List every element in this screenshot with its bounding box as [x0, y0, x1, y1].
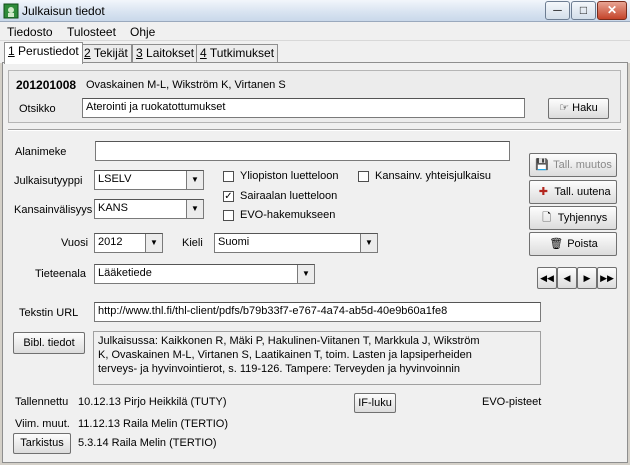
title-label: Otsikko — [19, 103, 56, 115]
chevron-down-icon[interactable]: ▼ — [145, 234, 162, 252]
field-of-science-value: Lääketiede — [98, 267, 152, 279]
publication-type-value: LSELV — [98, 173, 132, 185]
title-bar: Julkaisun tiedot ─ □ ✕ — [0, 0, 630, 22]
bibliographic-info-button[interactable]: Bibl. tiedot — [13, 332, 85, 354]
international-copub-checkbox[interactable] — [358, 171, 369, 182]
evo-points-label: EVO-pisteet — [482, 396, 542, 408]
internationality-select[interactable]: KANS ▼ — [94, 199, 204, 219]
app-icon — [3, 3, 19, 19]
language-label: Kieli — [182, 237, 203, 249]
save-as-new-label: Tall. uutena — [554, 186, 611, 198]
bibliographic-info-text: Julkaisussa: Kaikkonen R, Mäki P, Hakuli… — [93, 331, 541, 385]
publication-type-select[interactable]: LSELV ▼ — [94, 170, 204, 190]
field-of-science-select[interactable]: Lääketiede ▼ — [94, 264, 315, 284]
field-of-science-label: Tieteenala — [35, 268, 86, 280]
internationality-label: Kansainvälisyys — [14, 204, 93, 216]
save-changes-label: Tall. muutos — [553, 159, 612, 171]
international-copub-label: Kansainv. yhteisjulkaisu — [375, 170, 491, 182]
bibliographic-line: Julkaisussa: Kaikkonen R, Mäki P, Hakuli… — [98, 335, 480, 347]
chevron-down-icon[interactable]: ▼ — [360, 234, 377, 252]
last-record-button[interactable]: ▶▶ — [597, 267, 617, 289]
window-title: Julkaisun tiedot — [22, 4, 105, 18]
trash-icon: 🗑 — [549, 238, 564, 250]
url-input[interactable]: http://www.thl.fi/thl-client/pdfs/b79b33… — [94, 302, 541, 322]
tab-tutkimukset[interactable]: 4 Tutkimukset — [196, 44, 279, 63]
hospital-list-label: Sairaalan luetteloon — [240, 190, 338, 202]
bibliographic-line: terveys- ja hyvinvointierot, s. 119-126.… — [98, 363, 460, 375]
evo-application-label: EVO-hakemukseen — [240, 209, 336, 221]
tab-label: Tutkimukset — [209, 46, 275, 60]
check-value: 5.3.14 Raila Melin (TERTIO) — [78, 437, 217, 449]
subtitle-input[interactable] — [95, 141, 510, 161]
minimize-button[interactable]: ─ — [545, 1, 570, 20]
tab-laitokset[interactable]: 3 Laitokset — [132, 44, 199, 63]
subtitle-label: Alanimeke — [15, 146, 67, 158]
tab-tekijat[interactable]: 2 Tekijät — [80, 44, 132, 63]
bibliographic-line: K, Ovaskainen M-L, Virtanen S, Laatikain… — [98, 349, 472, 361]
if-value-button[interactable]: IF-luku — [354, 393, 396, 413]
menu-ohje[interactable]: Ohje — [130, 25, 155, 39]
evo-application-checkbox[interactable] — [223, 210, 234, 221]
year-label: Vuosi — [61, 237, 89, 249]
search-button-label: Haku — [572, 102, 598, 114]
publication-authors: Ovaskainen M-L, Wikström K, Virtanen S — [86, 79, 286, 91]
url-label: Tekstin URL — [19, 307, 79, 319]
year-select[interactable]: 2012 ▼ — [94, 233, 163, 253]
menu-tiedosto[interactable]: Tiedosto — [7, 25, 53, 39]
first-record-button[interactable]: ◀◀ — [537, 267, 557, 289]
tab-label: Laitokset — [146, 46, 195, 60]
tab-number: 3 — [136, 46, 143, 60]
last-modified-value: 11.12.13 Raila Melin (TERTIO) — [78, 418, 228, 430]
university-list-label: Yliopiston luetteloon — [240, 170, 339, 182]
language-select[interactable]: Suomi ▼ — [214, 233, 378, 253]
tab-strip: 1 Perustiedot 2 Tekijät 3 Laitokset 4 Tu… — [0, 41, 630, 64]
university-list-checkbox[interactable] — [223, 171, 234, 182]
hospital-list-checkbox[interactable]: ✓ — [223, 191, 234, 202]
menu-bar: Tiedosto Tulosteet Ohje — [0, 22, 630, 41]
publication-id: 201201008 — [16, 78, 77, 92]
blank-page-icon: 🗋 — [542, 212, 552, 224]
close-button[interactable]: ✕ — [597, 1, 627, 20]
saved-value: 10.12.13 Pirjo Heikkilä (TUTY) — [78, 396, 227, 408]
check-button[interactable]: Tarkistus — [13, 433, 71, 454]
chevron-down-icon[interactable]: ▼ — [186, 171, 203, 189]
language-value: Suomi — [218, 236, 250, 248]
tab-perustiedot[interactable]: 1 Perustiedot — [4, 42, 83, 64]
divider — [8, 129, 621, 131]
delete-label: Poista — [567, 238, 598, 250]
menu-tulosteet[interactable]: Tulosteet — [67, 25, 116, 39]
chevron-down-icon[interactable]: ▼ — [186, 200, 203, 218]
next-record-button[interactable]: ▶ — [577, 267, 597, 289]
search-button[interactable]: ☞ Haku — [548, 98, 609, 119]
hand-pointer-icon: ☞ — [559, 102, 570, 114]
previous-record-button[interactable]: ◀ — [557, 267, 577, 289]
clear-label: Tyhjennys — [557, 212, 608, 224]
save-as-new-button[interactable]: ✚ Tall. uutena — [529, 180, 617, 204]
save-changes-button[interactable]: 💾 Tall. muutos — [529, 153, 617, 177]
tab-label: Perustiedot — [18, 44, 79, 58]
floppy-disk-icon: 💾 — [535, 159, 549, 171]
tab-number: 1 — [8, 44, 15, 58]
saved-label: Tallennettu — [15, 396, 69, 408]
title-input[interactable]: Aterointi ja ruokatottumukset — [82, 98, 525, 118]
tab-number: 2 — [84, 46, 91, 60]
checkmark-icon: ✓ — [224, 191, 233, 202]
maximize-button[interactable]: □ — [571, 1, 596, 20]
internationality-value: KANS — [98, 202, 128, 214]
year-value: 2012 — [98, 236, 123, 248]
clear-button[interactable]: 🗋 Tyhjennys — [529, 206, 617, 230]
tab-number: 4 — [200, 46, 207, 60]
add-record-icon: ✚ — [538, 186, 548, 198]
delete-button[interactable]: 🗑 Poista — [529, 232, 617, 256]
publication-type-label: Julkaisutyyppi — [14, 175, 83, 187]
tab-label: Tekijät — [93, 46, 128, 60]
last-modified-label: Viim. muut. — [15, 418, 70, 430]
chevron-down-icon[interactable]: ▼ — [297, 265, 314, 283]
